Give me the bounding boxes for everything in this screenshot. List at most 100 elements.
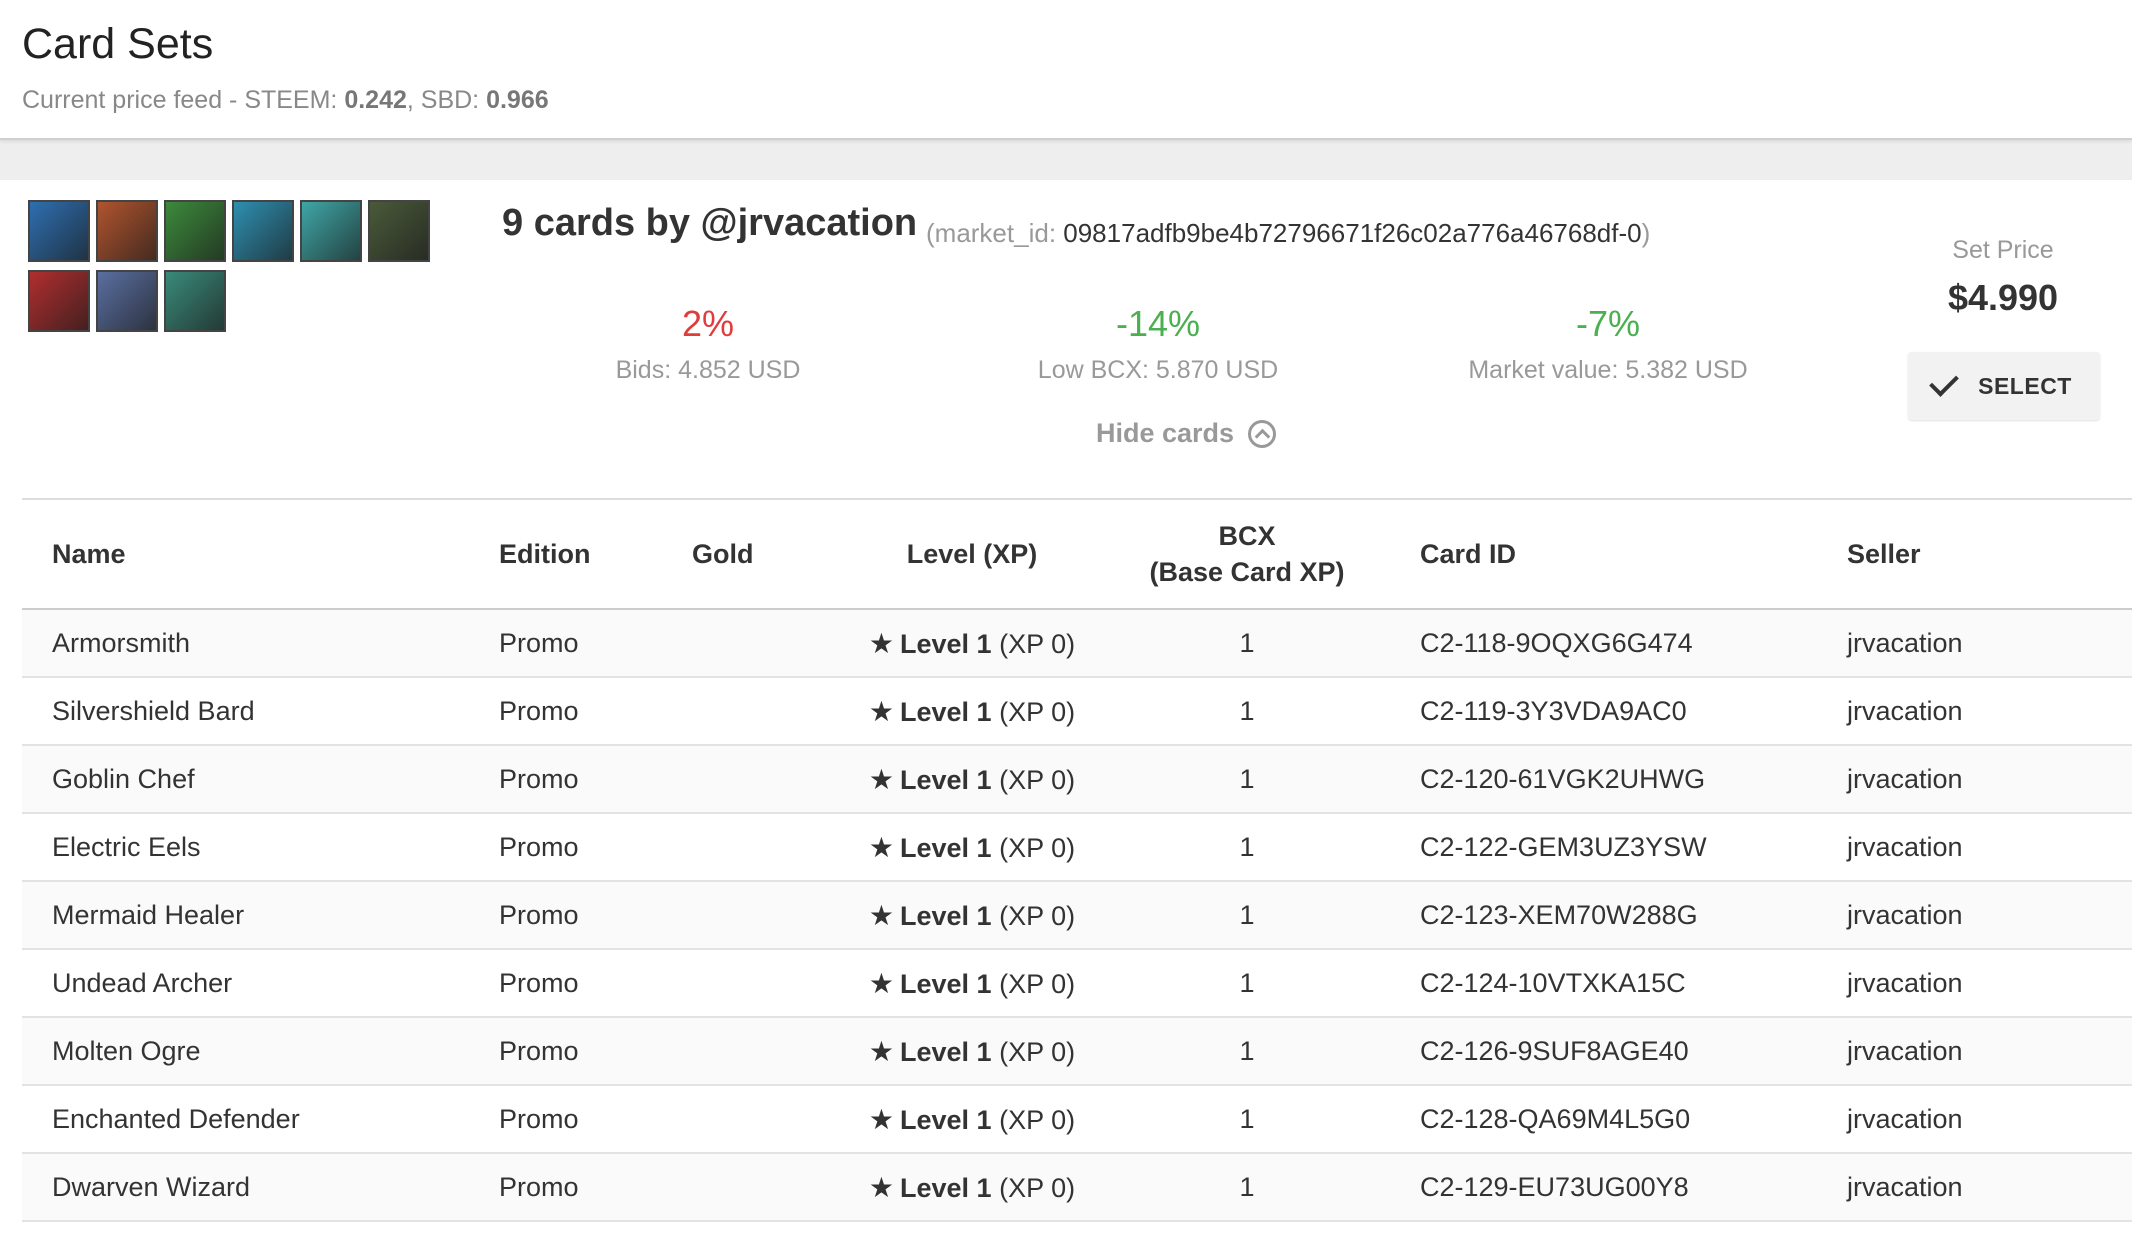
cell-level: ★ Level 1 (XP 0) [822,949,1122,1018]
cell-seller[interactable]: jrvacation [1847,949,2132,1018]
card-thumbnail[interactable] [232,200,294,262]
cell-name: Molten Ogre [22,1017,499,1086]
cell-xp: (XP 0) [999,1104,1076,1135]
table-row[interactable]: Silvershield Bard Promo ★ Level 1 (XP 0) 1 C2… [22,677,2132,746]
cell-bcx: 1 [1122,813,1372,882]
cell-xp: (XP 0) [999,968,1076,999]
cell-edition: Promo [499,609,692,678]
cell-level-value: Level 1 [900,696,992,727]
cell-xp: (XP 0) [999,1172,1076,1203]
market-id-prefix: (market_id: [926,218,1064,248]
col-level[interactable]: Level (XP) [822,499,1122,609]
cell-gold [692,1153,822,1222]
card-thumbnail[interactable] [96,200,158,262]
cell-level: ★ Level 1 (XP 0) [822,677,1122,746]
cell-xp: (XP 0) [999,696,1076,727]
cell-bcx: 1 [1122,609,1372,678]
col-name[interactable]: Name [22,499,499,609]
cell-level: ★ Level 1 (XP 0) [822,1017,1122,1086]
cell-name: Silvershield Bard [22,677,499,746]
cell-seller[interactable]: jrvacation [1847,881,2132,950]
cell-gold [692,677,822,746]
cell-card-id[interactable]: C2-123-XEM70W288G [1372,881,1847,950]
cell-gold [692,881,822,950]
card-set: 9 cards by @jrvacation (market_id: 09817… [0,180,2132,496]
cell-name: Dwarven Wizard [22,1153,499,1222]
cell-xp: (XP 0) [999,900,1076,931]
card-thumbnail[interactable] [368,200,430,262]
cell-card-id[interactable]: C2-126-9SUF8AGE40 [1372,1017,1847,1086]
cell-card-id[interactable]: C2-120-61VGK2UHWG [1372,745,1847,814]
set-price-caption: Set Price [1952,236,2054,264]
cell-card-id[interactable]: C2-122-GEM3UZ3YSW [1372,813,1847,882]
hide-cards-toggle[interactable]: Hide cards [1096,418,1277,449]
card-thumbnail[interactable] [164,270,226,332]
cell-edition: Promo [499,1085,692,1154]
cell-card-id[interactable]: C2-124-10VTXKA15C [1372,949,1847,1018]
table-row[interactable]: Dwarven Wizard Promo ★ Level 1 (XP 0) 1 C2-12… [22,1153,2132,1222]
card-thumbnail[interactable] [28,270,90,332]
table-row[interactable]: Goblin Chef Promo ★ Level 1 (XP 0) 1 C2-120-6… [22,745,2132,814]
col-bcx[interactable]: BCX (Base Card XP) [1122,499,1372,609]
cell-seller[interactable]: jrvacation [1847,1017,2132,1086]
stat-low-bcx-pct: -14% [1115,303,1201,344]
star-icon: ★ [868,1171,894,1203]
cell-card-id[interactable]: C2-118-9OQXG6G474 [1372,609,1847,678]
table-body: Armorsmith Promo ★ Level 1 (XP 0) 1 C2-118-9O… [22,609,2132,1222]
cell-level: ★ Level 1 (XP 0) [822,745,1122,814]
cell-level: ★ Level 1 (XP 0) [822,813,1122,882]
col-gold[interactable]: Gold [692,499,822,609]
card-thumbnail[interactable] [28,200,90,262]
section-gap [0,140,2132,180]
cards-table: Name Edition Gold Level (XP) BCX (Base C… [22,498,2132,1222]
cell-card-id[interactable]: C2-128-QA69M4L5G0 [1372,1085,1847,1154]
col-bcx-title: BCX [1218,521,1276,551]
cell-seller[interactable]: jrvacation [1847,677,2132,746]
stat-bids-pct: 2% [681,303,735,344]
cell-seller[interactable]: jrvacation [1847,609,2132,678]
card-thumbnail[interactable] [164,200,226,262]
star-icon: ★ [868,831,894,863]
table-row[interactable]: Mermaid Healer Promo ★ Level 1 (XP 0) 1 C2-12… [22,881,2132,950]
cell-xp: (XP 0) [999,764,1076,795]
table-row[interactable]: Molten Ogre Promo ★ Level 1 (XP 0) 1 C2-126-9… [22,1017,2132,1086]
card-thumbnails [28,200,448,340]
table-row[interactable]: Enchanted Defender Promo ★ Level 1 (XP 0) 1 C… [22,1085,2132,1154]
cell-level-value: Level 1 [900,832,992,863]
cell-seller[interactable]: jrvacation [1847,813,2132,882]
col-card-id[interactable]: Card ID [1372,499,1847,609]
cell-card-id[interactable]: C2-129-EU73UG00Y8 [1372,1153,1847,1222]
set-title[interactable]: 9 cards by @jrvacation [502,202,917,245]
card-thumbnail[interactable] [300,200,362,262]
cell-xp: (XP 0) [999,832,1076,863]
cell-edition: Promo [499,813,692,882]
cell-level: ★ Level 1 (XP 0) [822,881,1122,950]
star-icon: ★ [868,1103,894,1135]
cell-bcx: 1 [1122,1085,1372,1154]
cell-card-id[interactable]: C2-119-3Y3VDA9AC0 [1372,677,1847,746]
cell-level-value: Level 1 [900,968,992,999]
cell-gold [692,1085,822,1154]
select-button[interactable]: SELECT [1908,352,2100,420]
cell-name: Undead Archer [22,949,499,1018]
cell-gold [692,745,822,814]
col-edition[interactable]: Edition [499,499,692,609]
star-icon: ★ [868,695,894,727]
steem-price: 0.242 [344,86,407,114]
cell-name: Mermaid Healer [22,881,499,950]
cell-level-value: Level 1 [900,900,992,931]
cell-name: Enchanted Defender [22,1085,499,1154]
cell-xp: (XP 0) [999,1036,1076,1067]
stat-bids: 2% Bids: 4.852 USD [518,304,898,385]
cell-seller[interactable]: jrvacation [1847,1085,2132,1154]
table-row[interactable]: Electric Eels Promo ★ Level 1 (XP 0) 1 C2-122… [22,813,2132,882]
cell-seller[interactable]: jrvacation [1847,1153,2132,1222]
stat-market-value: -7% Market value: 5.382 USD [1418,304,1798,385]
cell-seller[interactable]: jrvacation [1847,745,2132,814]
col-seller[interactable]: Seller [1847,499,2132,609]
table-row[interactable]: Undead Archer Promo ★ Level 1 (XP 0) 1 C2-124… [22,949,2132,1018]
card-thumbnail[interactable] [96,270,158,332]
star-icon: ★ [868,1035,894,1067]
cell-bcx: 1 [1122,677,1372,746]
table-row[interactable]: Armorsmith Promo ★ Level 1 (XP 0) 1 C2-118-9O… [22,609,2132,678]
